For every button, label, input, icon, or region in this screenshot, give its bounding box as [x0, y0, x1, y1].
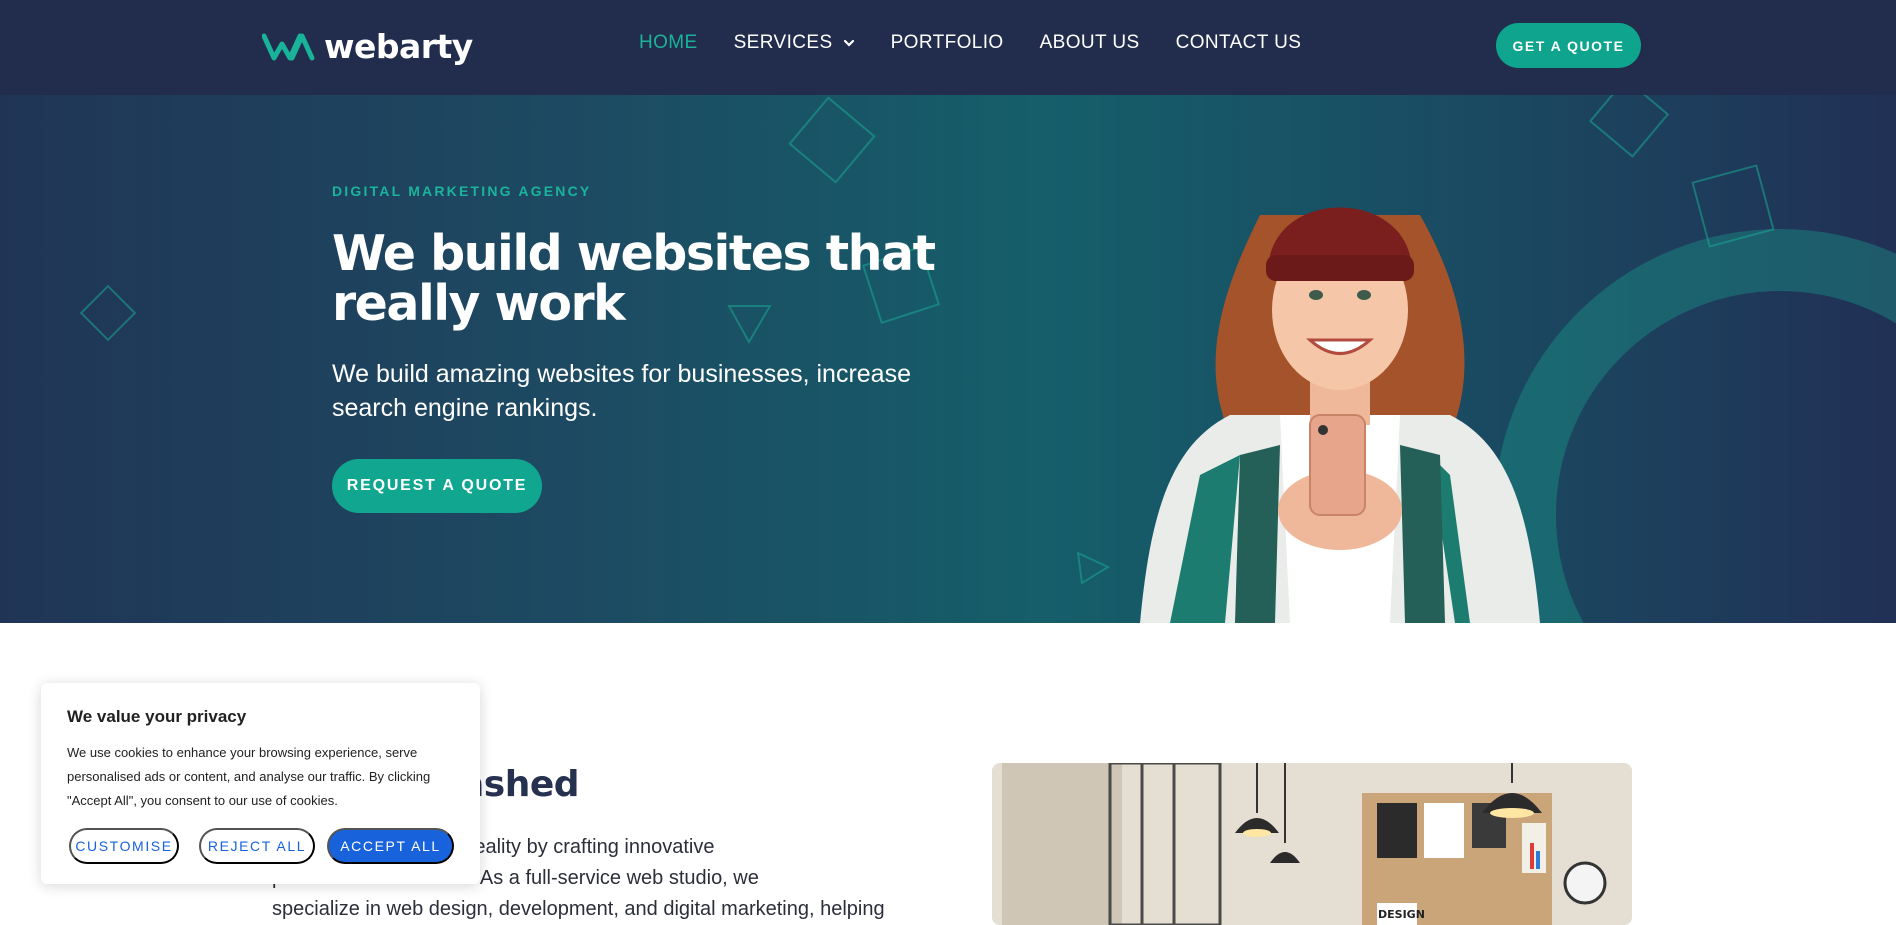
studio-illustration: DESIGN — [992, 763, 1632, 925]
reject-all-button[interactable]: REJECT ALL — [199, 828, 315, 864]
hero-eyebrow: DIGITAL MARKETING AGENCY — [332, 183, 592, 199]
webarty-logo-icon — [262, 33, 315, 60]
nav-portfolio[interactable]: PORTFOLIO — [891, 32, 1004, 54]
studio-design-label: DESIGN — [1378, 908, 1425, 921]
nav-contact-us[interactable]: CONTACT US — [1176, 32, 1302, 54]
nav-services[interactable]: SERVICES — [734, 32, 855, 54]
get-a-quote-button[interactable]: GET A QUOTE — [1496, 23, 1641, 68]
nav-about-us[interactable]: ABOUT US — [1040, 32, 1140, 54]
accept-all-button[interactable]: ACCEPT ALL — [327, 828, 454, 864]
chevron-down-icon — [843, 39, 854, 47]
intro-line-3: specialize in web design, development, a… — [272, 898, 885, 920]
nav-portfolio-label: PORTFOLIO — [890, 32, 1004, 53]
main-menu: HOME SERVICES PORTFOLIO ABOUT US CONTACT… — [639, 32, 1337, 54]
site-logo[interactable]: webarty — [262, 30, 473, 63]
cookie-consent-banner: We value your privacy We use cookies to … — [41, 683, 480, 884]
nav-services-label: SERVICES — [733, 32, 833, 53]
hero-woman-photo — [1140, 207, 1540, 623]
nav-contact-label: CONTACT US — [1175, 32, 1302, 53]
site-header: webarty HOME SERVICES PORTFOLIO ABOUT US… — [0, 0, 1896, 95]
nav-about-label: ABOUT US — [1039, 32, 1140, 53]
hero-subheadline: We build amazing websites for businesses… — [332, 360, 911, 422]
hero-headline: We build websites that really work — [332, 225, 936, 332]
cookie-title: We value your privacy — [67, 707, 247, 726]
studio-image: DESIGN — [992, 763, 1632, 925]
cookie-text: We use cookies to enhance your browsing … — [67, 745, 431, 808]
brand-name: webarty — [324, 27, 473, 66]
customise-button[interactable]: CUSTOMISE — [69, 828, 179, 864]
request-a-quote-button[interactable]: REQUEST A QUOTE — [332, 459, 542, 513]
nav-home[interactable]: HOME — [639, 32, 698, 54]
nav-home-label: HOME — [639, 32, 698, 53]
hero-section: DIGITAL MARKETING AGENCY We build websit… — [0, 95, 1896, 623]
